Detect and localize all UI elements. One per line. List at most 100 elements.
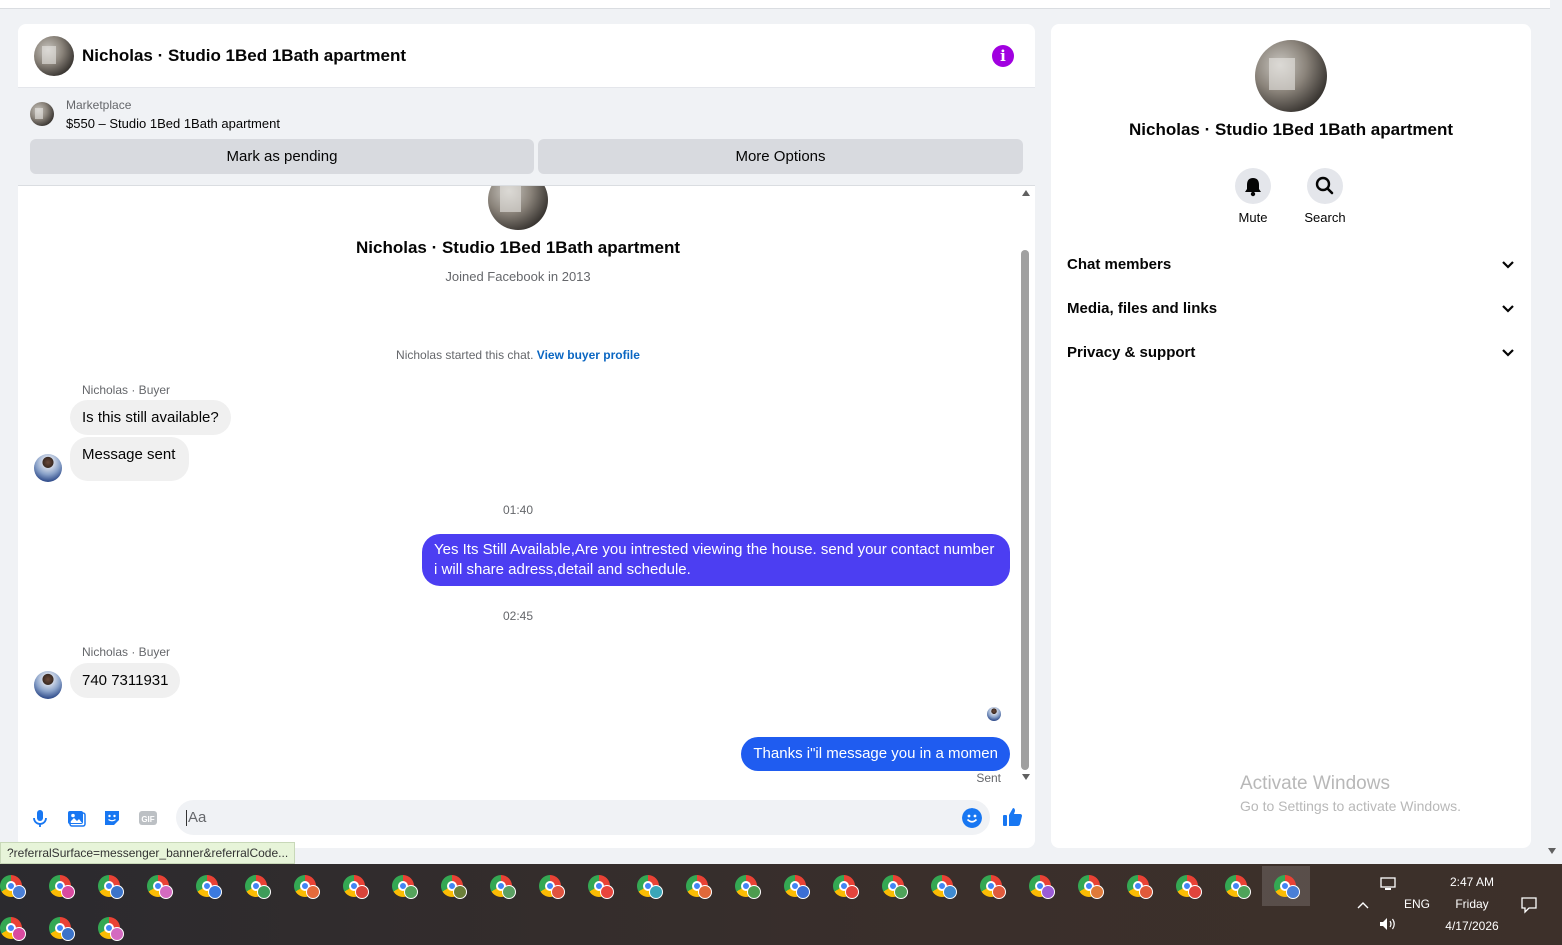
photo-icon[interactable]: [66, 808, 86, 828]
chrome-taskbar-button[interactable]: [919, 866, 967, 906]
message-input-placeholder: Aa: [186, 809, 207, 826]
profile-badge-icon: [159, 885, 173, 899]
chrome-taskbar-button[interactable]: [1017, 866, 1065, 906]
seen-indicator-avatar: [987, 707, 1001, 721]
chrome-taskbar-button[interactable]: [1262, 866, 1310, 906]
chrome-taskbar-button[interactable]: [1213, 866, 1261, 906]
chrome-taskbar-button[interactable]: [723, 866, 771, 906]
profile-avatar[interactable]: [488, 186, 548, 230]
scroll-down-arrow[interactable]: [1022, 774, 1030, 780]
clock-time[interactable]: 2:47 AM: [1436, 875, 1508, 889]
mark-as-pending-button[interactable]: Mark as pending: [30, 139, 534, 174]
chrome-taskbar-button[interactable]: [1164, 866, 1212, 906]
conversation-title[interactable]: Nicholas · Studio 1Bed 1Bath apartment: [82, 46, 406, 66]
media-files-links-section[interactable]: Media, files and links: [1067, 289, 1519, 329]
message-thread: Nicholas · Studio 1Bed 1Bath apartment J…: [18, 186, 1018, 786]
chrome-taskbar-button[interactable]: [184, 866, 232, 906]
message-bubble[interactable]: 740 7311931: [70, 663, 181, 698]
page-scroll-down-arrow[interactable]: [1548, 848, 1556, 854]
language-indicator[interactable]: ENG: [1400, 897, 1434, 911]
section-label: Media, files and links: [1067, 300, 1218, 317]
sticker-icon[interactable]: [102, 808, 122, 828]
listing-title[interactable]: $550 – Studio 1Bed 1Bath apartment: [66, 116, 280, 131]
conversation-avatar[interactable]: [34, 36, 74, 76]
mute-button[interactable]: Mute: [1213, 168, 1293, 225]
chrome-taskbar-button[interactable]: [0, 908, 36, 945]
marketplace-banner: Marketplace $550 – Studio 1Bed 1Bath apa…: [18, 88, 1035, 186]
message-input[interactable]: Aa: [176, 800, 990, 835]
buyer-avatar[interactable]: [34, 671, 62, 699]
chrome-taskbar-button[interactable]: [37, 908, 85, 945]
profile-badge-icon: [61, 927, 75, 941]
clock-date[interactable]: 4/17/2026: [1436, 919, 1508, 933]
joined-text: Joined Facebook in 2013: [445, 269, 591, 284]
clock-day[interactable]: Friday: [1436, 897, 1508, 911]
profile-badge-icon: [1090, 885, 1104, 899]
chrome-taskbar-button[interactable]: [86, 908, 134, 945]
privacy-support-section[interactable]: Privacy & support: [1067, 333, 1519, 373]
chrome-taskbar-button[interactable]: [86, 866, 134, 906]
message-bubble-sent[interactable]: Thanks i"il message you in a momen: [741, 737, 1010, 771]
thread-scrollbar[interactable]: [1020, 186, 1032, 786]
chat-panel: Nicholas · Studio 1Bed 1Bath apartment i…: [18, 24, 1035, 848]
chat-members-section[interactable]: Chat members: [1067, 245, 1519, 285]
chrome-taskbar-button[interactable]: [380, 866, 428, 906]
listing-thumbnail[interactable]: [30, 102, 54, 126]
profile-badge-icon: [1286, 885, 1300, 899]
gif-icon[interactable]: GIF: [138, 808, 158, 828]
sender-label: Nicholas · Buyer: [82, 383, 171, 397]
chrome-taskbar-button[interactable]: [576, 866, 624, 906]
chrome-taskbar-button[interactable]: [331, 866, 379, 906]
profile-badge-icon: [796, 885, 810, 899]
chrome-taskbar-button[interactable]: [527, 866, 575, 906]
scroll-thumb[interactable]: [1021, 250, 1029, 770]
message-bubble-sent[interactable]: Yes Its Still Available,Are you intreste…: [422, 534, 1010, 586]
chrome-taskbar-button[interactable]: [478, 866, 526, 906]
chrome-taskbar-button[interactable]: [870, 866, 918, 906]
thumbs-up-icon[interactable]: [1002, 806, 1024, 828]
chat-header: Nicholas · Studio 1Bed 1Bath apartment i: [18, 24, 1035, 88]
profile-badge-icon: [1139, 885, 1153, 899]
message-bubble[interactable]: Message sent: [70, 437, 190, 481]
chrome-taskbar-button[interactable]: [135, 866, 183, 906]
chrome-taskbar-button[interactable]: [233, 866, 281, 906]
profile-badge-icon: [894, 885, 908, 899]
chevron-up-icon[interactable]: [1357, 900, 1369, 910]
chrome-taskbar-button[interactable]: [1115, 866, 1163, 906]
chrome-taskbar-button[interactable]: [625, 866, 673, 906]
top-bar: [0, 0, 1550, 9]
message-bubble[interactable]: Is this still available?: [70, 400, 231, 435]
chrome-taskbar-button[interactable]: [821, 866, 869, 906]
profile-badge-icon: [502, 885, 516, 899]
microphone-icon[interactable]: [30, 808, 50, 828]
buyer-avatar[interactable]: [34, 454, 62, 482]
chrome-taskbar-button[interactable]: [429, 866, 477, 906]
volume-icon[interactable]: [1379, 917, 1397, 931]
scroll-up-arrow[interactable]: [1022, 190, 1030, 196]
chrome-taskbar-button[interactable]: [0, 866, 36, 906]
profile-badge-icon: [845, 885, 859, 899]
view-buyer-profile-link[interactable]: View buyer profile: [537, 348, 640, 362]
profile-badge-icon: [600, 885, 614, 899]
composer: GIF Aa: [18, 796, 1035, 840]
notifications-icon[interactable]: [1520, 896, 1538, 914]
conversation-details-panel: Nicholas · Studio 1Bed 1Bath apartment M…: [1051, 24, 1531, 848]
profile-badge-icon: [1188, 885, 1202, 899]
details-avatar[interactable]: [1255, 40, 1327, 112]
search-button[interactable]: Search: [1285, 168, 1365, 225]
emoji-icon[interactable]: [962, 808, 982, 828]
activate-windows-title: Activate Windows: [1240, 773, 1390, 794]
profile-badge-icon: [306, 885, 320, 899]
chrome-taskbar-button[interactable]: [282, 866, 330, 906]
more-options-button[interactable]: More Options: [538, 139, 1023, 174]
chrome-taskbar-button[interactable]: [674, 866, 722, 906]
details-name: Nicholas · Studio 1Bed 1Bath apartment: [1129, 120, 1453, 139]
chrome-taskbar-button[interactable]: [968, 866, 1016, 906]
chrome-taskbar-button[interactable]: [1066, 866, 1114, 906]
chrome-taskbar-button[interactable]: [37, 866, 85, 906]
network-icon[interactable]: [1380, 877, 1396, 891]
search-label: Search: [1304, 210, 1346, 225]
info-icon[interactable]: i: [992, 45, 1014, 67]
chrome-taskbar-button[interactable]: [772, 866, 820, 906]
profile-badge-icon: [404, 885, 418, 899]
